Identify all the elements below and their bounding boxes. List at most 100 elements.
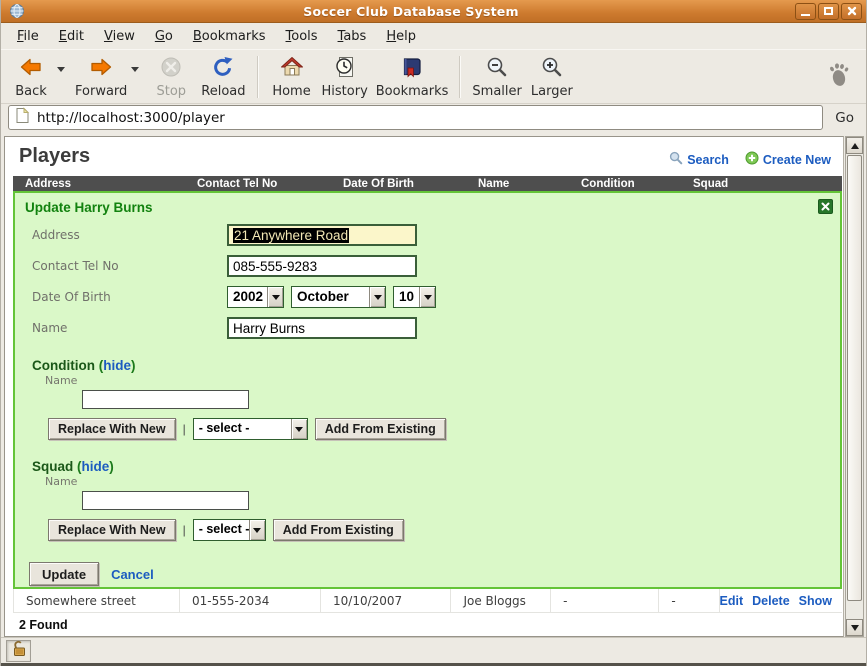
go-button[interactable]: Go [823, 110, 860, 126]
condition-section-title: Condition (hide) [32, 358, 833, 373]
squad-section-title: Squad (hide) [32, 459, 833, 474]
scrollbar-thumb[interactable] [847, 155, 862, 601]
form-submit-row: Update Cancel [29, 562, 833, 586]
bookmarks-button[interactable]: Bookmarks [372, 52, 453, 101]
page-icon [15, 107, 30, 128]
zoom-in-icon [540, 55, 564, 83]
menu-bookmarks[interactable]: Bookmarks [183, 25, 276, 48]
address-input[interactable]: 21 Anywhere Road [227, 224, 417, 246]
history-icon [333, 55, 357, 83]
search-link[interactable]: Search [669, 151, 729, 168]
menu-file[interactable]: File [7, 25, 49, 48]
squad-replace-button[interactable]: Replace With New [48, 519, 176, 541]
menu-go[interactable]: Go [145, 25, 183, 48]
condition-title: Condition [32, 358, 95, 373]
cell-address: Somewhere street [14, 589, 180, 612]
home-button[interactable]: Home [266, 52, 318, 101]
unlocked-padlock-icon [11, 640, 27, 661]
form-close-button[interactable] [818, 199, 833, 214]
close-button[interactable] [841, 3, 862, 20]
toolbar-separator [257, 56, 259, 98]
condition-name-input[interactable] [82, 390, 249, 409]
update-button[interactable]: Update [29, 562, 99, 586]
scroll-up-button[interactable] [846, 137, 863, 154]
cell-squad: - [659, 589, 719, 612]
toolbar: Back Forward Stop Reload Home History [1, 49, 866, 104]
form-row-name: Name [22, 317, 833, 339]
back-button[interactable]: Back [5, 52, 57, 101]
cancel-link[interactable]: Cancel [111, 567, 154, 582]
vertical-scrollbar[interactable] [845, 136, 864, 637]
dob-day-select[interactable]: 10 [393, 286, 436, 308]
bookmarks-icon [400, 55, 424, 83]
address-label: Address [32, 228, 227, 242]
menu-view[interactable]: View [94, 25, 145, 48]
stop-button[interactable]: Stop [145, 52, 197, 101]
dropdown-arrow-icon [369, 287, 385, 307]
cell-tel: 01-555-2034 [180, 589, 321, 612]
page-content: Players Search Create New Address Contac… [4, 136, 844, 637]
page-title: Players [19, 145, 90, 168]
scrollbar-track[interactable] [846, 602, 863, 619]
col-name: Name [466, 178, 569, 190]
reload-button[interactable]: Reload [197, 52, 249, 101]
dropdown-arrow-icon [419, 287, 435, 307]
squad-hide-link[interactable]: hide [82, 459, 110, 474]
squad-title: Squad [32, 459, 73, 474]
condition-select[interactable]: - select - [193, 418, 308, 440]
maximize-button[interactable] [818, 3, 839, 20]
delete-link[interactable]: Delete [752, 594, 790, 608]
form-row-tel: Contact Tel No [22, 255, 833, 277]
menu-tools[interactable]: Tools [276, 25, 328, 48]
reload-label: Reload [201, 84, 245, 99]
history-button[interactable]: History [318, 52, 372, 101]
dropdown-arrow-icon [291, 419, 307, 439]
forward-dropdown-icon[interactable] [131, 67, 139, 72]
address-selected-text: 21 Anywhere Road [233, 228, 349, 243]
show-link[interactable]: Show [799, 594, 832, 608]
dropdown-arrow-icon [249, 520, 265, 540]
bookmarks-label: Bookmarks [376, 84, 449, 99]
menu-help[interactable]: Help [376, 25, 426, 48]
smaller-button[interactable]: Smaller [468, 52, 525, 101]
name-label: Name [32, 321, 227, 335]
form-row-dob: Date Of Birth 2002 October 10 [22, 286, 833, 308]
condition-buttons: Replace With New | - select - Add From E… [48, 418, 833, 440]
condition-replace-button[interactable]: Replace With New [48, 418, 176, 440]
squad-select-value: - select - [194, 520, 249, 540]
search-label: Search [687, 153, 729, 167]
condition-hide-link[interactable]: hide [103, 358, 131, 373]
menu-tabs[interactable]: Tabs [328, 25, 377, 48]
dob-year-select[interactable]: 2002 [227, 286, 284, 308]
squad-select[interactable]: - select - [193, 519, 266, 541]
squad-name-input[interactable] [82, 491, 249, 510]
condition-add-button[interactable]: Add From Existing [315, 418, 446, 440]
squad-add-button[interactable]: Add From Existing [273, 519, 404, 541]
main-area: Players Search Create New Address Contac… [1, 136, 866, 637]
search-icon [669, 151, 683, 168]
minimize-button[interactable] [795, 3, 816, 20]
form-title: Update Harry Burns [22, 198, 153, 215]
larger-button[interactable]: Larger [526, 52, 578, 101]
menu-edit[interactable]: Edit [49, 25, 94, 48]
scroll-down-button[interactable] [846, 619, 863, 636]
url-text: http://localhost:3000/player [37, 110, 225, 126]
browser-window: Soccer Club Database System File Edit Vi… [0, 0, 867, 666]
name-input[interactable] [227, 317, 417, 339]
back-dropdown-icon[interactable] [57, 67, 65, 72]
dob-month-select[interactable]: October [291, 286, 386, 308]
app-globe-icon [9, 3, 25, 19]
edit-link[interactable]: Edit [720, 594, 744, 608]
forward-button[interactable]: Forward [71, 52, 131, 101]
create-new-link[interactable]: Create New [745, 151, 831, 168]
tel-input[interactable] [227, 255, 417, 277]
cell-name: Joe Bloggs [451, 589, 551, 612]
col-squad: Squad [681, 178, 743, 190]
window-title: Soccer Club Database System [29, 4, 793, 19]
zoom-out-icon [485, 55, 509, 83]
squad-buttons: Replace With New | - select - Add From E… [48, 519, 833, 541]
url-input[interactable]: http://localhost:3000/player [8, 105, 823, 130]
smaller-label: Smaller [472, 84, 521, 99]
condition-name-label: Name [45, 374, 833, 387]
larger-label: Larger [531, 84, 573, 99]
